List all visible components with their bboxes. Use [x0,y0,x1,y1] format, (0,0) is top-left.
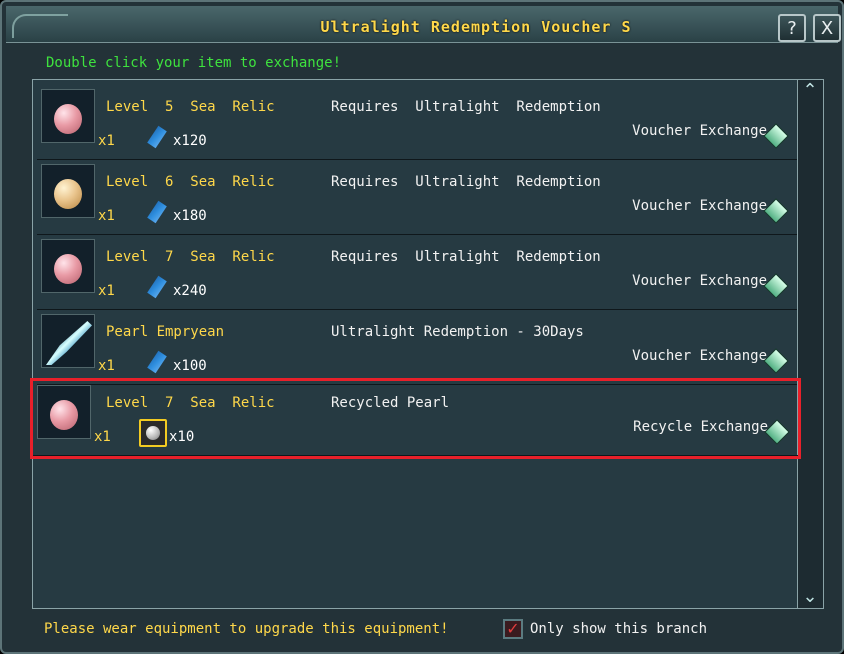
spear-icon [41,314,95,368]
exchange-button[interactable]: Voucher Exchange [632,198,767,214]
scrollbar[interactable]: ⌃ ⌄ [798,79,824,609]
voucher-icon [147,275,167,299]
item-requirement: Recycled Pearl [331,395,450,411]
pearl-icon [37,385,91,439]
branch-checkbox[interactable]: ✓ [503,619,523,639]
item-quantity: x1 [98,283,115,299]
checkbox-label[interactable]: Only show this branch [530,621,707,637]
list-item[interactable]: x1 x240 Level 7 Sea Relic Requires Ultra… [37,235,797,310]
cost-quantity: x100 [173,358,207,374]
item-quantity: x1 [98,208,115,224]
pearl-icon [41,239,95,293]
item-requirement: Ultralight Redemption - 30Days [331,324,584,340]
voucher-icon [147,200,167,224]
chevron-down-icon[interactable]: ⌄ [799,586,821,608]
exchange-button[interactable]: Voucher Exchange [632,273,767,289]
close-button[interactable]: X [813,14,841,42]
selected-list-item[interactable]: x1 x10 Level 7 Sea Relic Recycled Pearl … [30,378,801,459]
redemption-window: Ultralight Redemption Voucher S ? X Doub… [0,0,844,654]
exchange-instruction: Double click your item to exchange! [46,55,342,71]
title-bar[interactable]: Ultralight Redemption Voucher S ? X [6,6,841,43]
window-title: Ultralight Redemption Voucher S [320,18,632,36]
item-requirement: Requires Ultralight Redemption [331,249,601,265]
pearl-coin-icon [139,419,167,447]
pearl-icon [41,89,95,143]
list-item[interactable]: x1 x180 Level 6 Sea Relic Requires Ultra… [37,160,797,235]
exchange-button[interactable]: Voucher Exchange [632,348,767,364]
diamond-icon [763,123,789,149]
diamond-icon [763,198,789,224]
list-item[interactable]: x1 x120 Level 5 Sea Relic Requires Ultra… [37,85,797,160]
pearl-icon [41,164,95,218]
item-name: Pearl Empryean [106,324,225,340]
item-name: Level 6 Sea Relic [106,174,275,190]
item-name: Level 7 Sea Relic [106,395,275,411]
item-requirement: Requires Ultralight Redemption [331,174,601,190]
equipment-warning: Please wear equipment to upgrade this eq… [44,621,449,637]
diamond-icon [764,419,790,445]
item-name: Level 7 Sea Relic [106,249,275,265]
chevron-up-icon[interactable]: ⌃ [799,80,821,102]
cost-quantity: x240 [173,283,207,299]
item-quantity: x1 [94,429,111,445]
cost-quantity: x120 [173,133,207,149]
list-item[interactable]: x1 x100 Pearl Empryean Ultralight Redemp… [37,310,797,385]
help-button[interactable]: ? [778,14,806,42]
item-quantity: x1 [98,133,115,149]
exchange-button[interactable]: Recycle Exchange [633,419,768,435]
ornament-icon [12,14,68,38]
voucher-icon [147,350,167,374]
item-requirement: Requires Ultralight Redemption [331,99,601,115]
item-quantity: x1 [98,358,115,374]
diamond-icon [763,273,789,299]
item-name: Level 5 Sea Relic [106,99,275,115]
voucher-icon [147,125,167,149]
cost-quantity: x180 [173,208,207,224]
cost-quantity: x10 [169,429,195,445]
exchange-button[interactable]: Voucher Exchange [632,123,767,139]
diamond-icon [763,348,789,374]
